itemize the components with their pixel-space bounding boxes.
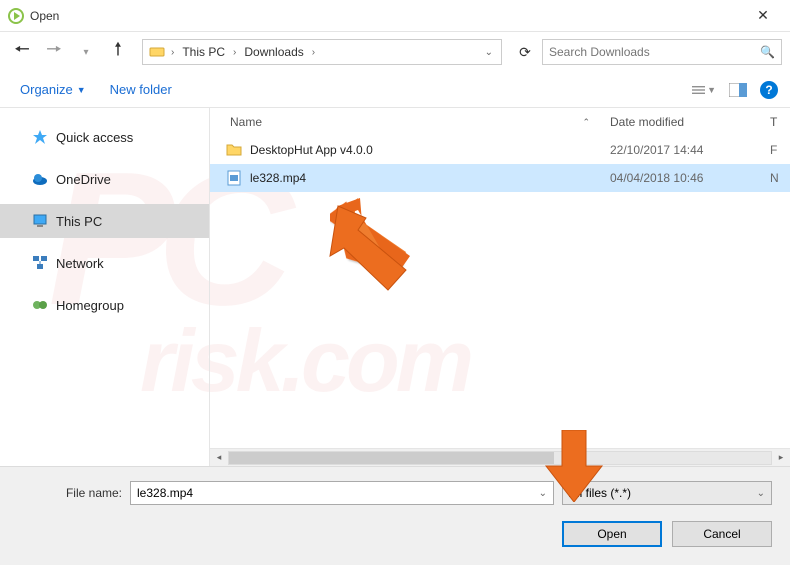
cancel-button[interactable]: Cancel	[672, 521, 772, 547]
organize-button[interactable]: Organize ▼	[12, 78, 94, 101]
file-name: DesktopHut App v4.0.0	[250, 143, 610, 157]
pc-icon	[32, 213, 48, 229]
up-button[interactable]: 🠕	[104, 38, 132, 66]
chevron-down-icon[interactable]: ⌄	[539, 488, 547, 499]
drive-icon	[147, 44, 167, 60]
navbar: 🠔 🠖 ▾ 🠕 › This PC › Downloads › ⌄ ⟳ 🔍	[0, 32, 790, 72]
titlebar: Open ✕	[0, 0, 790, 32]
cloud-icon	[32, 171, 48, 187]
file-area: Name ⌃ Date modified T DesktopHut App v4…	[210, 108, 790, 466]
search-icon: 🔍	[760, 45, 775, 59]
column-name-label: Name	[230, 115, 262, 129]
file-type: N	[770, 171, 790, 185]
file-date: 04/04/2018 10:46	[610, 171, 770, 185]
chevron-down-icon: ▼	[77, 85, 86, 95]
sort-indicator-icon: ⌃	[582, 117, 590, 128]
refresh-button[interactable]: ⟳	[512, 39, 538, 65]
home-icon	[32, 297, 48, 313]
bottom-panel: File name: le328.mp4 ⌄ All files (*.*) ⌄…	[0, 466, 790, 565]
sidebar-item-label: This PC	[56, 214, 102, 229]
scroll-right-button[interactable]: ▸	[772, 451, 790, 465]
column-type[interactable]: T	[770, 115, 790, 129]
file-date: 22/10/2017 14:44	[610, 143, 770, 157]
breadcrumb-downloads[interactable]: Downloads	[240, 45, 307, 59]
sidebar-item-label: Homegroup	[56, 298, 124, 313]
close-button[interactable]: ✕	[740, 0, 786, 32]
file-name: le328.mp4	[250, 171, 610, 185]
open-button[interactable]: Open	[562, 521, 662, 547]
chevron-right-icon: ›	[167, 47, 178, 58]
window-title: Open	[30, 9, 59, 23]
column-headers: Name ⌃ Date modified T	[210, 108, 790, 136]
new-folder-button[interactable]: New folder	[102, 78, 180, 101]
app-icon	[8, 8, 24, 24]
sidebar-item-onedrive[interactable]: OneDrive	[0, 162, 209, 196]
help-button[interactable]: ?	[760, 81, 778, 99]
filename-input[interactable]: le328.mp4 ⌄	[130, 481, 554, 505]
file-row-folder[interactable]: DesktopHut App v4.0.0 22/10/2017 14:44 F	[210, 136, 790, 164]
recent-dropdown[interactable]: ▾	[72, 38, 100, 66]
organize-label: Organize	[20, 82, 73, 97]
breadcrumb-this-pc[interactable]: This PC	[178, 45, 229, 59]
back-button[interactable]: 🠔	[8, 38, 36, 66]
sidebar-item-label: Network	[56, 256, 104, 271]
folder-icon	[226, 142, 242, 158]
file-filter-select[interactable]: All files (*.*) ⌄	[562, 481, 772, 505]
sidebar-item-this-pc[interactable]: This PC	[0, 204, 209, 238]
sidebar: Quick access OneDrive This PC Network Ho…	[0, 108, 210, 466]
main-area: Quick access OneDrive This PC Network Ho…	[0, 108, 790, 466]
chevron-down-icon: ▼	[707, 85, 716, 95]
chevron-down-icon[interactable]: ⌄	[757, 488, 765, 499]
path-dropdown[interactable]: ⌄	[481, 47, 497, 58]
column-name[interactable]: Name ⌃	[210, 115, 610, 129]
video-file-icon	[226, 170, 242, 186]
filter-value: All files (*.*)	[569, 486, 631, 500]
address-bar[interactable]: › This PC › Downloads › ⌄	[142, 39, 502, 65]
chevron-right-icon: ›	[229, 47, 240, 58]
view-list-button[interactable]: ▼	[692, 80, 716, 100]
search-box[interactable]: 🔍	[542, 39, 782, 65]
file-type: F	[770, 143, 790, 157]
scroll-left-button[interactable]: ◂	[210, 451, 228, 465]
sidebar-item-label: Quick access	[56, 130, 133, 145]
preview-pane-button[interactable]	[726, 80, 750, 100]
scrollbar-thumb[interactable]	[229, 452, 554, 464]
chevron-right-icon: ›	[308, 47, 319, 58]
horizontal-scrollbar[interactable]: ◂ ▸	[210, 448, 790, 466]
filename-label: File name:	[18, 486, 122, 500]
network-icon	[32, 255, 48, 271]
sidebar-item-homegroup[interactable]: Homegroup	[0, 288, 209, 322]
sidebar-item-label: OneDrive	[56, 172, 111, 187]
sidebar-item-network[interactable]: Network	[0, 246, 209, 280]
toolbar: Organize ▼ New folder ▼ ?	[0, 72, 790, 108]
forward-button[interactable]: 🠖	[40, 38, 68, 66]
filename-value: le328.mp4	[137, 486, 193, 500]
scrollbar-track[interactable]	[228, 451, 772, 465]
column-date[interactable]: Date modified	[610, 115, 770, 129]
search-input[interactable]	[549, 45, 760, 59]
sidebar-item-quick-access[interactable]: Quick access	[0, 120, 209, 154]
star-icon	[32, 129, 48, 145]
file-row-selected[interactable]: le328.mp4 04/04/2018 10:46 N	[210, 164, 790, 192]
